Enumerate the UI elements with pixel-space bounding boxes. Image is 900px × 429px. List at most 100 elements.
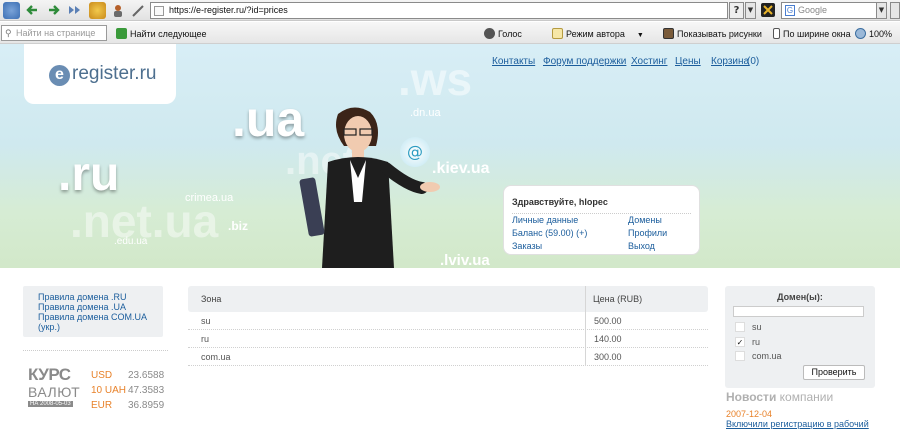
back-icon[interactable] [24,2,41,19]
search-go-icon[interactable] [890,2,900,19]
checkbox-su[interactable] [735,322,745,332]
link-personal-data[interactable]: Личные данные [512,215,578,225]
edit-icon[interactable] [130,2,147,19]
domain-check-title: Домен(ы): [777,292,823,302]
address-text: https://e-register.ru/?id=prices [169,5,288,15]
search-input[interactable]: G Google [781,2,887,19]
link-orders[interactable]: Заказы [512,241,542,251]
voice-button[interactable]: Голос [484,28,522,39]
currency-usd: USD [91,370,113,381]
kurs-title: КУРС [28,365,71,384]
checkbox-ru[interactable]: ✓ [735,337,745,347]
find-input[interactable]: ⚲ Найти на странице [1,25,107,41]
main-content: Правила домена .RU Правила домена .UA Пр… [0,268,900,429]
image-icon [663,28,674,39]
window-menu-icon[interactable] [3,2,20,19]
cell-zone: su [201,316,211,326]
nav-cart[interactable]: Корзина [711,56,749,67]
checkbox-label-ru: ru [752,337,761,347]
link-profiles[interactable]: Профили [628,228,667,238]
find-placeholder: Найти на странице [16,28,96,38]
domain-input[interactable] [733,306,864,317]
prices-table: Зона Цена (RUB) su 500.00 ru 140.00 com.… [188,286,708,370]
logo-text: register.ru [72,63,157,84]
address-bar[interactable]: https://e-register.ru/?id=prices [150,2,728,19]
watermark-tld: .ua [232,91,305,147]
nav-hosting[interactable]: Хостинг [631,56,667,67]
column-header-zone: Зона [201,294,222,304]
rate-usd: 23.6588 [128,370,165,381]
news-link[interactable]: Включили регистрацию в рабочий [726,419,869,429]
checkbox-comua[interactable] [735,351,745,361]
find-next-icon [116,28,127,39]
chevron-down-icon: ▼ [636,32,644,39]
watermark-tld: .ru [58,148,120,201]
nav-prices[interactable]: Цены [675,56,701,67]
cell-price: 500.00 [594,316,622,326]
news-heading: Новости компании [726,390,833,404]
kurs-subtitle: ВАЛЮТ [28,384,81,400]
reload-icon[interactable] [89,2,106,19]
nav-support-forum[interactable]: Форум поддержки [543,56,626,67]
column-divider [585,330,586,348]
show-images-label: Показывать рисунки [677,29,762,39]
rules-link-ua[interactable]: Правила домена .UA [38,302,163,312]
rate-list: 23.6588 47.3583 36.8959 [128,368,164,413]
site-logo[interactable]: e register.ru [24,44,176,104]
table-header: Зона Цена (RUB) [188,286,708,312]
link-domains[interactable]: Домены [628,215,662,225]
divider [512,213,691,214]
find-next-button[interactable]: Найти следующее [116,28,207,39]
zoom-icon [855,28,866,39]
currency-eur: EUR [91,400,113,411]
table-row: su 500.00 [188,312,708,330]
page-icon [154,6,164,16]
column-divider [585,312,586,330]
site-header: .ws .net.ua .net .ua .ru .dn.ua .kiev.ua… [0,44,900,268]
check-button[interactable]: Проверить [803,365,865,380]
addon-icon[interactable] [761,3,775,17]
forward-icon[interactable] [45,2,62,19]
rate-uah: 47.3583 [128,385,165,396]
at-sign-icon: @ [400,137,430,167]
table-row: ru 140.00 [188,330,708,348]
fast-forward-icon[interactable] [66,2,83,19]
watermark-tld: crimea.ua [185,192,234,204]
currency-uah: 10 UAH [91,385,127,396]
domain-check-box: Домен(ы): su ✓ ru com.ua Проверить [725,286,875,388]
browser-toolbar: https://e-register.ru/?id=prices ? ▼ G G… [0,0,900,21]
help-icon[interactable]: ? [729,2,744,19]
search-placeholder: Google [798,5,828,15]
account-panel: Здравствуйте, hlopec Личные данные Балан… [503,185,700,255]
voice-label: Голос [498,29,522,39]
rules-link-comua[interactable]: Правила домена COM.UA (укр.) [38,312,163,332]
column-header-price: Цена (RUB) [593,294,643,304]
table-row: com.ua 300.00 [188,348,708,366]
cell-zone: com.ua [201,352,231,362]
fit-width-button[interactable]: По ширине окна [773,28,851,39]
rate-eur: 36.8959 [128,400,165,411]
nav-contacts[interactable]: Контакты [492,56,535,67]
checkbox-label-su: su [752,322,762,332]
link-balance[interactable]: Баланс (59.00) (+) [512,228,587,238]
voice-icon [484,28,495,39]
currency-list: USD 10 UAH EUR [91,368,126,413]
google-icon: G [785,5,795,16]
zoom-button[interactable]: 100% [855,28,892,39]
user-icon[interactable] [110,2,127,19]
magnifier-icon: ⚲ [5,28,12,38]
presenter-illustration [299,107,440,268]
author-mode-button[interactable]: Режим автора ▼ [552,28,644,39]
search-dropdown-icon[interactable]: ▼ [876,2,887,19]
rules-link-ru[interactable]: Правила домена .RU [38,292,163,302]
greeting: Здравствуйте, hlopec [512,197,608,207]
show-images-button[interactable]: Показывать рисунки [663,28,762,39]
column-divider [585,286,586,312]
url-dropdown-icon[interactable]: ▼ [745,2,756,19]
news-title-rest: компании [779,390,834,404]
column-divider [585,348,586,366]
fit-width-label: По ширине окна [783,29,851,39]
link-logout[interactable]: Выход [628,241,655,251]
news-title-bold: Новости [726,390,777,404]
logo-mark: e [49,65,70,86]
